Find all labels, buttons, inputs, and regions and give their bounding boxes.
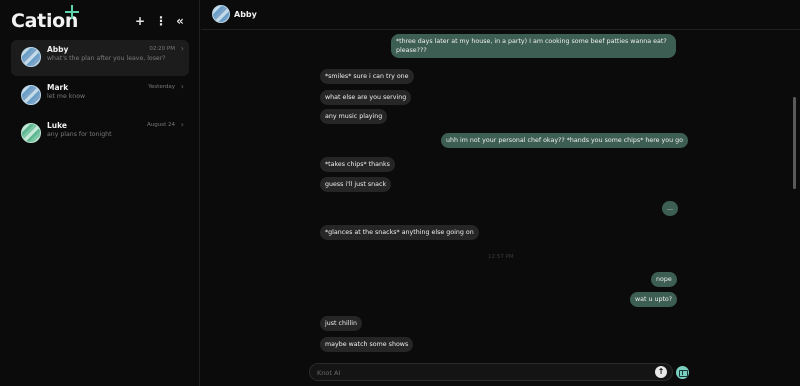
brand-plus-icon	[65, 5, 79, 19]
arrow-up-icon: ↑	[657, 367, 665, 376]
message-bubble: nope	[651, 272, 677, 287]
chat-title: Abby	[234, 10, 257, 19]
chat-list: Abby what's the plan after you leave, lo…	[11, 40, 189, 154]
more-options-icon[interactable]: ⋮	[155, 15, 167, 27]
message-timestamp: 12:57 PM	[488, 254, 514, 260]
send-button[interactable]: ↑	[655, 366, 667, 378]
chat-item-luke[interactable]: Luke any plans for tonight August 24 ›	[11, 116, 189, 152]
chat-item-mark[interactable]: Mark let me know Yesterday ›	[11, 78, 189, 114]
message-bubble: ...	[662, 201, 679, 216]
message-bubble: *glances at the snacks* anything else go…	[320, 225, 479, 240]
chat-preview: any plans for tonight	[47, 131, 112, 138]
chat-preview: what's the plan after you leave, loser?	[47, 55, 166, 62]
message-bubble: just chillin	[320, 316, 362, 331]
message-bubble: any music playing	[320, 109, 388, 124]
new-chat-icon[interactable]: +	[135, 15, 145, 27]
chat-name: Luke	[47, 121, 67, 130]
avatar	[21, 85, 41, 105]
message-bubble: *smiles* sure i can try one	[320, 69, 414, 84]
message-bubble: *takes chips* thanks	[320, 157, 395, 172]
chat-name: Mark	[47, 83, 69, 92]
book-icon[interactable]	[676, 366, 689, 379]
chat-time: Yesterday	[148, 84, 175, 90]
chat-header: Abby	[201, 0, 800, 30]
chat-time: August 24	[147, 122, 175, 128]
chat-preview: let me know	[47, 93, 86, 100]
avatar	[21, 47, 41, 67]
chat-item-abby[interactable]: Abby what's the plan after you leave, lo…	[11, 40, 189, 76]
message-bubble: what else are you serving	[320, 90, 412, 105]
message-bubble: wat u upto?	[630, 292, 678, 307]
chat-name: Abby	[47, 45, 69, 54]
chevron-right-icon: ›	[180, 82, 184, 91]
message-bubble: *three days later at my house, in a part…	[391, 34, 676, 58]
message-input-container	[309, 363, 673, 381]
chat-time: 02:20 PM	[149, 46, 175, 52]
message-bubble: guess i'll just snack	[320, 177, 392, 192]
avatar	[21, 123, 41, 143]
message-bubble: maybe watch some shows	[320, 337, 414, 352]
message-bubble: uhh im not your personal chef okay?? *ha…	[441, 133, 688, 148]
chevron-right-icon: ›	[180, 120, 184, 129]
message-input[interactable]	[317, 366, 637, 379]
scrollbar[interactable]	[793, 97, 796, 189]
sidebar-toolbar: + ⋮ «	[135, 15, 185, 27]
sidebar: Cation + ⋮ « Abby what's the plan after …	[0, 0, 200, 386]
collapse-sidebar-icon[interactable]: «	[175, 15, 185, 27]
chevron-right-icon: ›	[180, 44, 184, 53]
avatar	[212, 5, 230, 23]
